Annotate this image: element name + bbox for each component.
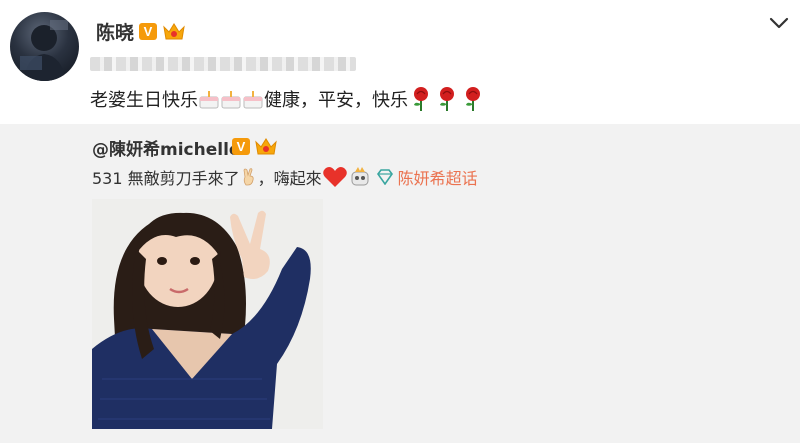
crown-badge-icon xyxy=(255,138,277,155)
post-text-greeting: 老婆生日快乐 xyxy=(90,90,198,111)
chevron-down-icon[interactable] xyxy=(766,12,792,34)
diamond-icon xyxy=(376,169,393,185)
avatar[interactable] xyxy=(10,12,79,81)
robot-icon xyxy=(351,167,369,186)
post-meta-blurred xyxy=(90,57,356,71)
repost-author-link[interactable]: @陳妍希michelle xyxy=(92,135,240,160)
repost-text-part2: ，嗨起來 xyxy=(257,169,322,188)
rose-icon xyxy=(414,87,480,111)
post-text-wishes: 健康，平安，快乐 xyxy=(264,90,408,111)
victory-hand-icon xyxy=(243,168,254,186)
username[interactable]: 陈晓 xyxy=(96,18,134,45)
repost-text-part1: 531 無敵剪刀手來了 xyxy=(92,169,240,188)
verified-badge-icon: V xyxy=(232,138,250,155)
post-photo[interactable] xyxy=(92,199,323,429)
heart-icon xyxy=(322,167,347,187)
weibo-post: 陈晓 V 老婆生日快乐 健康，平安，快乐 @陳妍希michelle V 531 … xyxy=(0,0,800,443)
repost-panel[interactable]: @陳妍希michelle V 531 無敵剪刀手來了 ，嗨起來 陈妍希超话 xyxy=(0,124,800,443)
super-topic-link[interactable]: 陈妍希超话 xyxy=(398,165,478,189)
cake-icon xyxy=(199,91,263,109)
verified-badge-icon: V xyxy=(139,23,157,40)
crown-badge-icon xyxy=(163,23,185,40)
post-text: 老婆生日快乐 健康，平安，快乐 xyxy=(90,86,486,112)
repost-text: 531 無敵剪刀手來了 ，嗨起來 陈妍希超话 xyxy=(92,165,478,189)
